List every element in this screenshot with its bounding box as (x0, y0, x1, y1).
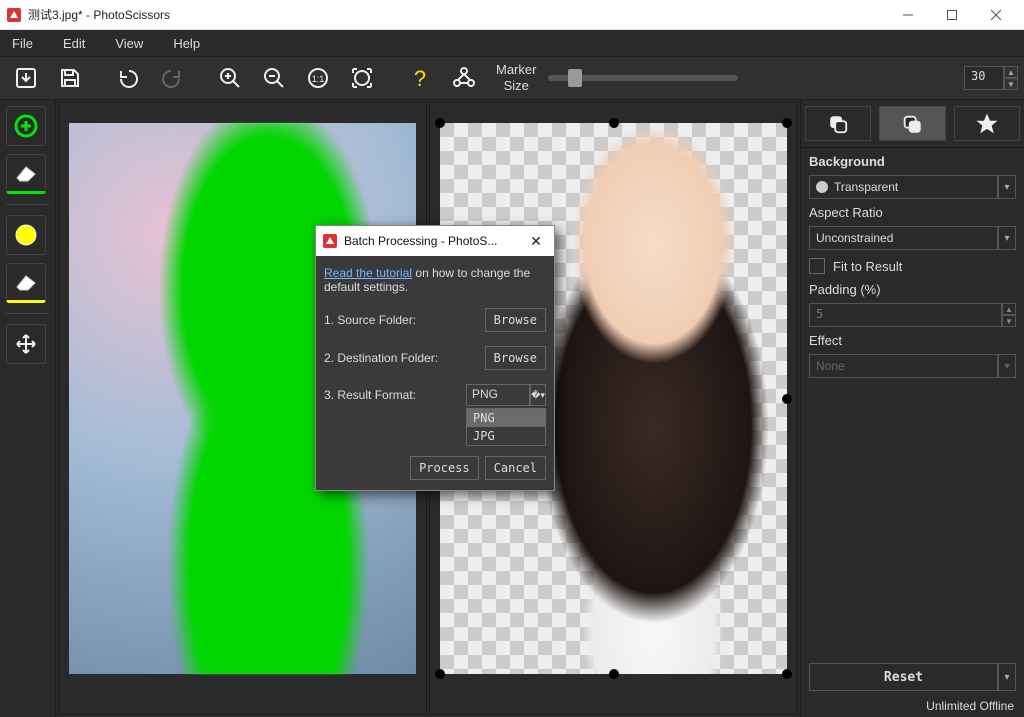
zoom-in-button[interactable] (210, 60, 250, 96)
marker-size-input[interactable]: 30 (964, 66, 1004, 90)
properties-tabs (801, 100, 1024, 148)
padding-input[interactable]: 5 ▲▼ (809, 303, 1016, 327)
minimize-button[interactable] (886, 0, 930, 30)
tab-foreground[interactable] (805, 106, 871, 141)
batch-icon[interactable] (444, 60, 484, 96)
tab-favorites[interactable] (954, 106, 1020, 141)
marker-size-label: Marker Size (496, 62, 536, 93)
status-text: Unlimited Offline (926, 699, 1014, 713)
tutorial-link[interactable]: Read the tutorial (324, 266, 412, 280)
destination-folder-label: 2. Destination Folder: (324, 351, 479, 365)
chevron-down-icon[interactable]: �▾ (530, 384, 546, 406)
cancel-button[interactable]: Cancel (485, 456, 546, 480)
destination-browse-button[interactable]: Browse (485, 346, 546, 370)
batch-processing-dialog: Batch Processing - PhotoS... ✕ Read the … (315, 225, 555, 491)
zoom-fit-button[interactable] (342, 60, 382, 96)
app-icon (6, 7, 22, 23)
maximize-button[interactable] (930, 0, 974, 30)
erase-foreground-tool[interactable] (6, 154, 46, 194)
status-bar: Unlimited Offline (801, 695, 1024, 717)
crop-handle[interactable] (435, 669, 445, 679)
close-button[interactable] (974, 0, 1018, 30)
dialog-titlebar[interactable]: Batch Processing - PhotoS... ✕ (316, 226, 554, 256)
titlebar: 测试3.jpg* - PhotoScissors (0, 0, 1024, 30)
fit-to-result-checkbox[interactable]: Fit to Result (809, 256, 1016, 276)
menu-file[interactable]: File (8, 32, 37, 55)
zoom-actual-button[interactable]: 1:1 (298, 60, 338, 96)
marker-size-slider[interactable] (548, 75, 738, 81)
redo-button[interactable] (152, 60, 192, 96)
source-browse-button[interactable]: Browse (485, 308, 546, 332)
add-foreground-tool[interactable] (6, 106, 46, 146)
crop-handle[interactable] (782, 394, 792, 404)
properties-panel: Background Transparent ▾ Aspect Ratio Un… (800, 100, 1024, 717)
background-select[interactable]: Transparent ▾ (809, 175, 1016, 199)
open-button[interactable] (6, 60, 46, 96)
dialog-intro-text: Read the tutorial on how to change the d… (324, 266, 546, 294)
left-tool-palette (0, 100, 56, 717)
menu-view[interactable]: View (111, 32, 147, 55)
slider-thumb[interactable] (568, 69, 582, 87)
tab-background[interactable] (879, 106, 945, 141)
reset-button[interactable]: Reset ▾ (809, 663, 1016, 691)
menu-help[interactable]: Help (169, 32, 204, 55)
move-tool[interactable] (6, 324, 46, 364)
crop-handle[interactable] (609, 669, 619, 679)
format-option-jpg[interactable]: JPG (467, 427, 545, 445)
format-option-png[interactable]: PNG (467, 409, 545, 427)
menu-edit[interactable]: Edit (59, 32, 89, 55)
app-icon (322, 233, 338, 249)
menubar: File Edit View Help (0, 30, 1024, 56)
marker-size-value[interactable]: 30 ▲▼ (964, 66, 1018, 90)
help-icon[interactable]: ? (400, 60, 440, 96)
effect-label: Effect (809, 333, 1016, 348)
erase-background-tool[interactable] (6, 263, 46, 303)
background-label: Background (809, 154, 1016, 169)
result-format-select[interactable]: PNG �▾ (466, 384, 546, 406)
svg-text:1:1: 1:1 (312, 74, 325, 84)
result-format-label: 3. Result Format: (324, 388, 460, 402)
step-up-icon[interactable]: ▲ (1002, 303, 1016, 315)
checkbox-icon[interactable] (809, 258, 825, 274)
step-down-icon[interactable]: ▼ (1002, 315, 1016, 327)
toolbar: 1:1 ? Marker Size 30 ▲▼ (0, 56, 1024, 100)
chevron-down-icon[interactable]: ▾ (998, 175, 1016, 199)
aspect-ratio-select[interactable]: Unconstrained ▾ (809, 226, 1016, 250)
add-background-tool[interactable] (6, 215, 46, 255)
aspect-ratio-label: Aspect Ratio (809, 205, 1016, 220)
crop-handle[interactable] (435, 118, 445, 128)
chevron-down-icon[interactable]: ▾ (998, 663, 1016, 691)
svg-text:?: ? (414, 66, 426, 90)
padding-label: Padding (%) (809, 282, 1016, 297)
marker-step-up[interactable]: ▲ (1004, 66, 1018, 78)
dialog-title: Batch Processing - PhotoS... (344, 234, 524, 248)
result-format-dropdown: PNG JPG (466, 408, 546, 446)
source-folder-label: 1. Source Folder: (324, 313, 479, 327)
save-button[interactable] (50, 60, 90, 96)
crop-handle[interactable] (609, 118, 619, 128)
chevron-down-icon[interactable]: ▾ (998, 354, 1016, 378)
chevron-down-icon[interactable]: ▾ (998, 226, 1016, 250)
effect-select[interactable]: None ▾ (809, 354, 1016, 378)
transparent-swatch-icon (816, 181, 828, 193)
zoom-out-button[interactable] (254, 60, 294, 96)
dialog-close-button[interactable]: ✕ (524, 233, 548, 250)
marker-step-down[interactable]: ▼ (1004, 78, 1018, 90)
crop-handle[interactable] (782, 669, 792, 679)
window-title: 测试3.jpg* - PhotoScissors (28, 6, 170, 23)
undo-button[interactable] (108, 60, 148, 96)
crop-handle[interactable] (782, 118, 792, 128)
process-button[interactable]: Process (410, 456, 479, 480)
